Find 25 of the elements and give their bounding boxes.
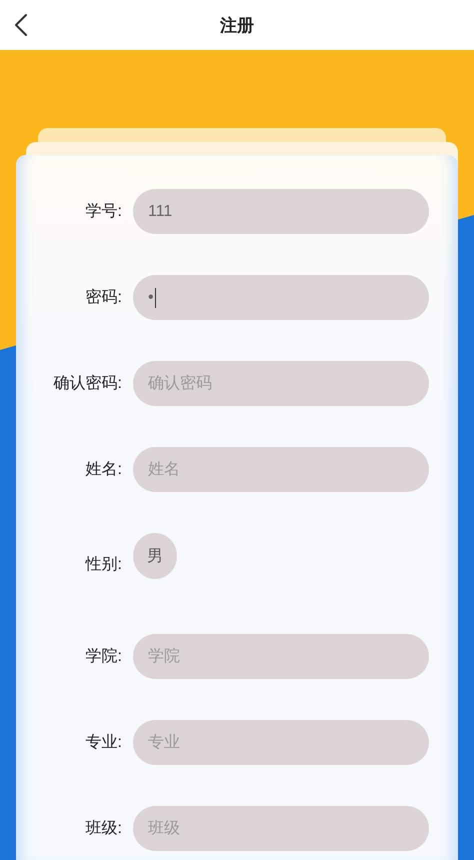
input-field[interactable]: 学院 <box>133 634 429 679</box>
field-label: 学号: <box>84 202 122 222</box>
field-label: 性别: <box>84 555 122 575</box>
input-field[interactable]: 111 <box>133 189 429 234</box>
field-value: • <box>148 288 154 306</box>
input-field[interactable]: 姓名 <box>133 447 429 492</box>
field-label: 学院: <box>84 646 122 667</box>
page-title: 注册 <box>220 14 254 36</box>
field-label: 密码: <box>84 288 122 308</box>
input-field[interactable]: 确认密码 <box>133 361 429 406</box>
input-field[interactable]: 专业 <box>133 720 429 765</box>
field-placeholder: 学院 <box>148 646 180 667</box>
field-value: 111 <box>148 202 172 220</box>
field-label: 班级: <box>84 818 122 839</box>
gender-option[interactable]: 男 <box>133 533 177 579</box>
field-label: 确认密码: <box>52 374 122 394</box>
field-placeholder: 专业 <box>148 732 180 753</box>
back-chevron-icon <box>14 13 28 37</box>
field-placeholder: 确认密码 <box>148 374 212 394</box>
input-field[interactable]: 班级 <box>133 806 429 851</box>
input-field[interactable]: • <box>133 275 429 320</box>
field-placeholder: 姓名 <box>148 460 180 480</box>
field-placeholder: 班级 <box>148 818 180 839</box>
field-label: 姓名: <box>84 460 122 480</box>
field-label: 专业: <box>84 732 122 753</box>
